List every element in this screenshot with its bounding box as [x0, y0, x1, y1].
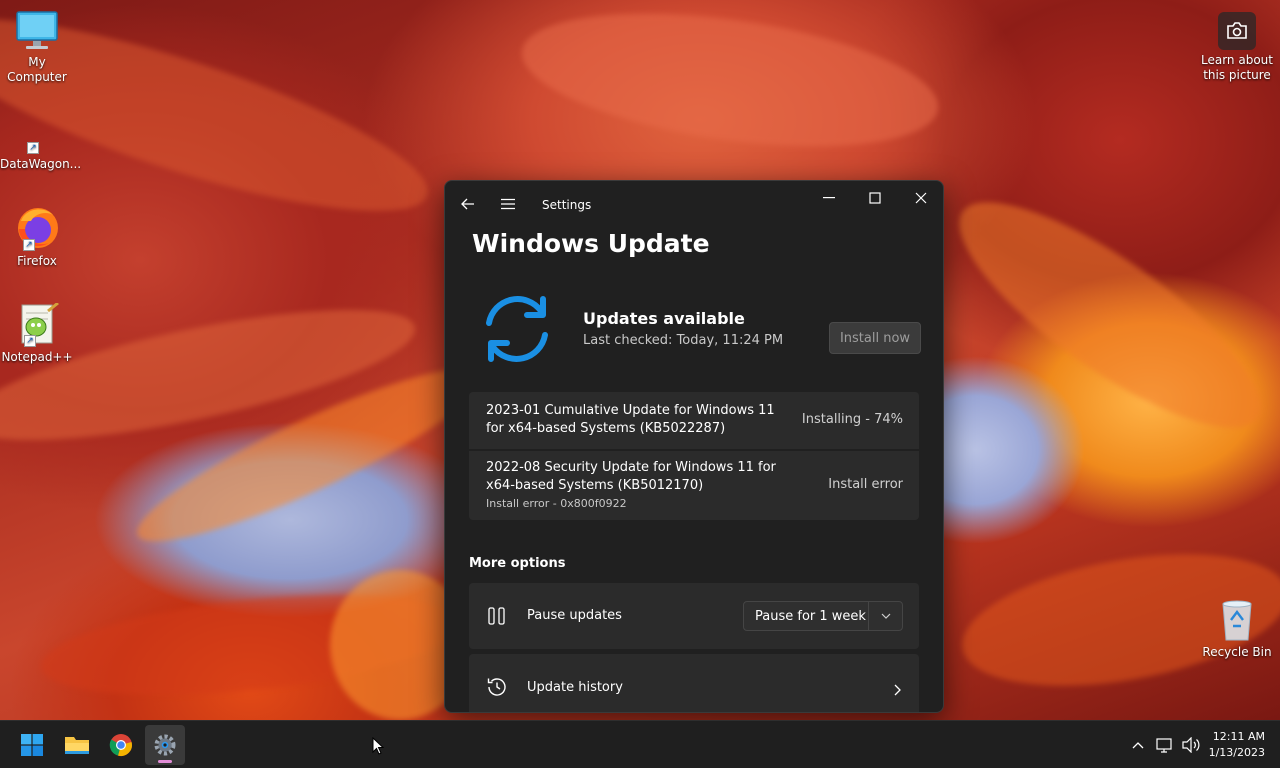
shortcut-arrow-icon: ↗ — [27, 142, 39, 154]
minimize-icon[interactable] — [811, 183, 847, 213]
pause-duration-select[interactable]: Pause for 1 week — [743, 601, 903, 631]
update-history-row[interactable]: Update history — [469, 654, 919, 712]
pause-updates-label: Pause updates — [527, 608, 622, 623]
notepad-plus-plus-icon: ↗ — [14, 301, 60, 347]
shortcut-icon: ↗ — [15, 138, 59, 154]
shortcut-arrow-icon: ↗ — [23, 239, 35, 251]
last-checked-text: Last checked: Today, 11:24 PM — [583, 333, 784, 348]
active-indicator — [158, 760, 172, 763]
learn-about-picture-label: Learn about this picture — [1201, 53, 1273, 82]
update-name: 2023-01 Cumulative Update for Windows 11… — [486, 403, 775, 436]
file-explorer-button[interactable] — [57, 725, 97, 765]
maximize-icon[interactable] — [857, 183, 893, 213]
desktop-icon-recycle-bin[interactable]: Recycle Bin — [1200, 598, 1274, 660]
page-title: Windows Update — [472, 229, 710, 258]
recycle-bin-icon — [1217, 598, 1257, 642]
pause-updates-row[interactable]: Pause updates Pause for 1 week — [469, 583, 919, 649]
chevron-down-icon[interactable] — [869, 613, 902, 619]
sync-refresh-icon — [479, 291, 555, 371]
status-title: Updates available — [583, 309, 745, 328]
desktop-icon-label: Notepad++ — [1, 350, 73, 364]
desktop-icon-label: Firefox — [17, 254, 57, 268]
back-arrow-icon[interactable] — [457, 193, 479, 215]
pause-duration-value: Pause for 1 week — [755, 608, 866, 624]
clock-date: 1/13/2023 — [1208, 746, 1265, 759]
desktop-icon-label: DataWagon... — [0, 157, 82, 171]
windows-logo-icon — [21, 734, 43, 756]
desktop-icon-datawagon[interactable]: ↗ DataWagon... — [0, 138, 82, 172]
chevron-up-icon[interactable] — [1130, 735, 1146, 755]
more-options-heading: More options — [469, 556, 566, 571]
desktop-icon-label: Recycle Bin — [1202, 645, 1272, 659]
system-clock[interactable]: 12:11 AM 1/13/2023 — [1209, 729, 1265, 761]
pause-icon — [487, 607, 507, 629]
update-status: Install error — [828, 477, 903, 492]
chrome-icon — [109, 734, 132, 756]
network-icon[interactable] — [1156, 735, 1174, 755]
folder-icon — [65, 737, 89, 754]
desktop-icon-notepad-plus-plus[interactable]: ↗ Notepad++ — [0, 301, 74, 365]
desktop-icon-my-computer[interactable]: My Computer — [0, 10, 74, 85]
install-now-button[interactable]: Install now — [829, 322, 921, 354]
title-bar[interactable]: Settings — [445, 181, 943, 227]
history-icon — [486, 676, 508, 702]
desktop-icon-firefox[interactable]: ↗ Firefox — [0, 203, 74, 269]
mouse-cursor-icon — [372, 736, 385, 759]
update-item: 2023-01 Cumulative Update for Windows 11… — [469, 392, 919, 449]
firefox-icon: ↗ — [13, 203, 61, 251]
settings-gear-icon — [154, 734, 176, 756]
update-name: 2022-08 Security Update for Windows 11 f… — [486, 460, 776, 493]
window-title: Settings — [542, 198, 592, 212]
hamburger-menu-icon[interactable] — [497, 193, 519, 215]
update-item: 2022-08 Security Update for Windows 11 f… — [469, 451, 919, 520]
taskbar: 12:11 AM 1/13/2023 — [0, 720, 1280, 768]
update-history-label: Update history — [527, 680, 623, 695]
learn-about-picture[interactable]: Learn about this picture — [1200, 12, 1274, 83]
update-status: Installing - 74% — [801, 412, 903, 427]
start-button[interactable] — [12, 725, 52, 765]
camera-icon — [1218, 12, 1256, 50]
shortcut-arrow-icon: ↗ — [24, 335, 36, 347]
close-icon[interactable] — [903, 183, 939, 213]
clock-time: 12:11 AM — [1212, 730, 1265, 743]
settings-window: Settings Windows Update Updates availabl… — [444, 180, 944, 713]
volume-icon[interactable] — [1181, 735, 1201, 755]
monitor-icon — [15, 10, 59, 52]
update-error-code: Install error - 0x800f0922 — [486, 497, 627, 510]
chevron-right-icon — [894, 681, 901, 700]
chrome-button[interactable] — [101, 725, 141, 765]
settings-taskbar-button[interactable] — [145, 725, 185, 765]
desktop-icon-label: My Computer — [7, 55, 67, 84]
